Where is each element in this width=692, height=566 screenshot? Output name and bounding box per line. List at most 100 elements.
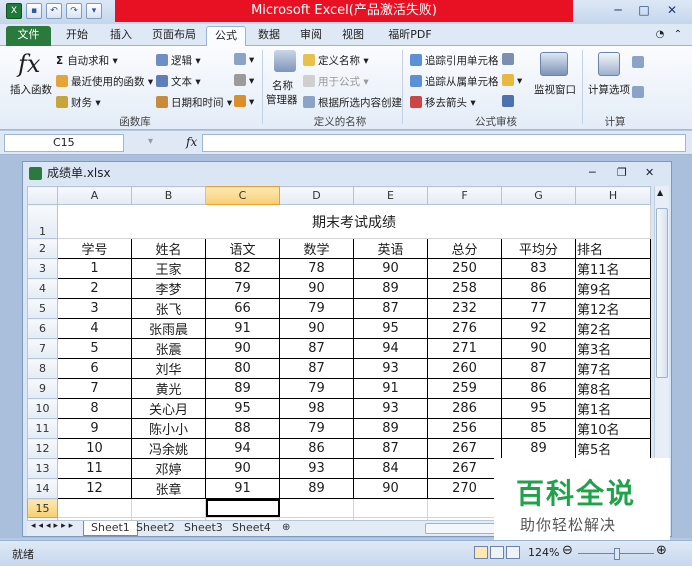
wb-close-icon[interactable]: ✕ [645, 162, 654, 184]
row-header[interactable]: 6 [27, 318, 58, 340]
header-cell[interactable]: 语文 [205, 238, 280, 260]
row-header[interactable]: 8 [27, 358, 58, 380]
cell-d[interactable]: 86 [279, 438, 354, 460]
sheet-nav-icons[interactable]: ◂◂◂▸▸▸ [31, 521, 76, 531]
cell-h[interactable]: 第2名 [575, 318, 651, 340]
cell-g[interactable]: 89 [501, 438, 576, 460]
cell-a[interactable]: 3 [57, 298, 132, 320]
cell-c[interactable]: 90 [205, 458, 280, 480]
cell-d[interactable]: 93 [279, 458, 354, 480]
cell-d[interactable]: 90 [279, 278, 354, 300]
calc-now-icon[interactable] [632, 56, 647, 69]
cell-e[interactable]: 87 [353, 298, 428, 320]
cell-b[interactable]: 冯余姚 [131, 438, 206, 460]
cell-f[interactable]: 260 [427, 358, 502, 380]
cell-c[interactable]: 79 [205, 278, 280, 300]
lookup-button[interactable]: ▾ [234, 53, 254, 66]
tab-foxit-pdf[interactable]: 福昕PDF [380, 26, 440, 46]
save-icon[interactable]: ▪ [26, 3, 42, 19]
cell-e[interactable]: 87 [353, 438, 428, 460]
cell-e[interactable]: 90 [353, 478, 428, 500]
cell-b[interactable]: 李梦 [131, 278, 206, 300]
row-header[interactable]: 7 [27, 338, 58, 360]
header-cell[interactable]: 平均分 [501, 238, 576, 260]
row-header[interactable]: 4 [27, 278, 58, 300]
cell-f[interactable]: 286 [427, 398, 502, 420]
help-icon[interactable]: ◔ [652, 26, 668, 46]
cell-g[interactable]: 95 [501, 398, 576, 420]
cell-g[interactable]: 85 [501, 418, 576, 440]
empty-cell[interactable] [427, 498, 502, 518]
cell-h[interactable]: 第3名 [575, 338, 651, 360]
cell-g[interactable]: 86 [501, 378, 576, 400]
normal-view-icon[interactable] [474, 546, 488, 559]
cell-h[interactable]: 第9名 [575, 278, 651, 300]
cell-a[interactable]: 5 [57, 338, 132, 360]
row-header[interactable]: 13 [27, 458, 58, 480]
math-trig-button[interactable]: ▾ [234, 74, 254, 87]
cell-g[interactable]: 77 [501, 298, 576, 320]
cell-a[interactable]: 8 [57, 398, 132, 420]
cell-e[interactable]: 89 [353, 278, 428, 300]
cell-b[interactable]: 王家 [131, 258, 206, 280]
cell-h[interactable]: 第1名 [575, 398, 651, 420]
empty-cell[interactable] [131, 498, 206, 518]
cell-b[interactable]: 张飞 [131, 298, 206, 320]
column-header-g[interactable]: G [501, 185, 576, 206]
zoom-slider-thumb[interactable] [614, 548, 620, 560]
create-from-selection-button[interactable]: 根据所选内容创建 [303, 95, 402, 110]
cell-d[interactable]: 89 [279, 478, 354, 500]
column-header-b[interactable]: B [131, 185, 206, 206]
customize-qat-icon[interactable]: ▾ [86, 3, 102, 19]
cell-d[interactable]: 87 [279, 338, 354, 360]
header-cell[interactable]: 姓名 [131, 238, 206, 260]
column-header-h[interactable]: H [575, 185, 651, 206]
name-box-dropdown-icon[interactable]: ▾ [148, 136, 153, 147]
error-checking-button[interactable]: ▾ [502, 74, 522, 87]
column-header-c[interactable]: C [205, 185, 280, 206]
cell-a[interactable]: 4 [57, 318, 132, 340]
tab-home[interactable]: 开始 [60, 26, 94, 46]
zoom-in-icon[interactable]: ⊕ [656, 543, 667, 558]
cell-d[interactable]: 87 [279, 358, 354, 380]
trace-dependents-button[interactable]: 追踪从属单元格 [410, 74, 499, 89]
cell-a[interactable]: 11 [57, 458, 132, 480]
cell-f[interactable]: 259 [427, 378, 502, 400]
name-manager-label-2[interactable]: 管理器 [266, 92, 298, 107]
new-sheet-icon[interactable]: ⊕ [275, 521, 297, 536]
scroll-up-icon[interactable]: ▲ [657, 188, 663, 197]
zoom-out-icon[interactable]: ⊖ [562, 543, 573, 558]
cell-c[interactable]: 82 [205, 258, 280, 280]
cell-d[interactable]: 90 [279, 318, 354, 340]
cell-e[interactable]: 89 [353, 418, 428, 440]
cell-g[interactable]: 87 [501, 358, 576, 380]
tab-view[interactable]: 视图 [336, 26, 370, 46]
calc-options-button[interactable]: 计算选项 [588, 82, 630, 97]
cell-e[interactable]: 90 [353, 258, 428, 280]
cell-c[interactable]: 91 [205, 478, 280, 500]
fx-icon[interactable]: fx [186, 135, 197, 149]
evaluate-formula-button[interactable] [502, 95, 517, 108]
cell-f[interactable]: 267 [427, 458, 502, 480]
cell-g[interactable]: 83 [501, 258, 576, 280]
text-button[interactable]: 文本 ▾ [156, 74, 201, 89]
trace-precedents-button[interactable]: 追踪引用单元格 [410, 53, 499, 68]
cell-f[interactable]: 232 [427, 298, 502, 320]
undo-icon[interactable]: ↶ [46, 3, 62, 19]
empty-cell[interactable] [279, 498, 354, 518]
cell-h[interactable]: 第12名 [575, 298, 651, 320]
financial-button[interactable]: 财务 ▾ [56, 95, 101, 110]
use-in-formula-button[interactable]: 用于公式 ▾ [303, 74, 369, 89]
cell-a[interactable]: 2 [57, 278, 132, 300]
cell-f[interactable]: 256 [427, 418, 502, 440]
cell-d[interactable]: 79 [279, 418, 354, 440]
cell-b[interactable]: 张章 [131, 478, 206, 500]
cell-b[interactable]: 张雨晨 [131, 318, 206, 340]
cell-f[interactable]: 258 [427, 278, 502, 300]
row-header[interactable]: 5 [27, 298, 58, 320]
more-functions-button[interactable]: ▾ [234, 95, 254, 108]
column-header-f[interactable]: F [427, 185, 502, 206]
cell-d[interactable]: 79 [279, 298, 354, 320]
header-cell[interactable]: 数学 [279, 238, 354, 260]
show-formulas-button[interactable] [502, 53, 517, 66]
